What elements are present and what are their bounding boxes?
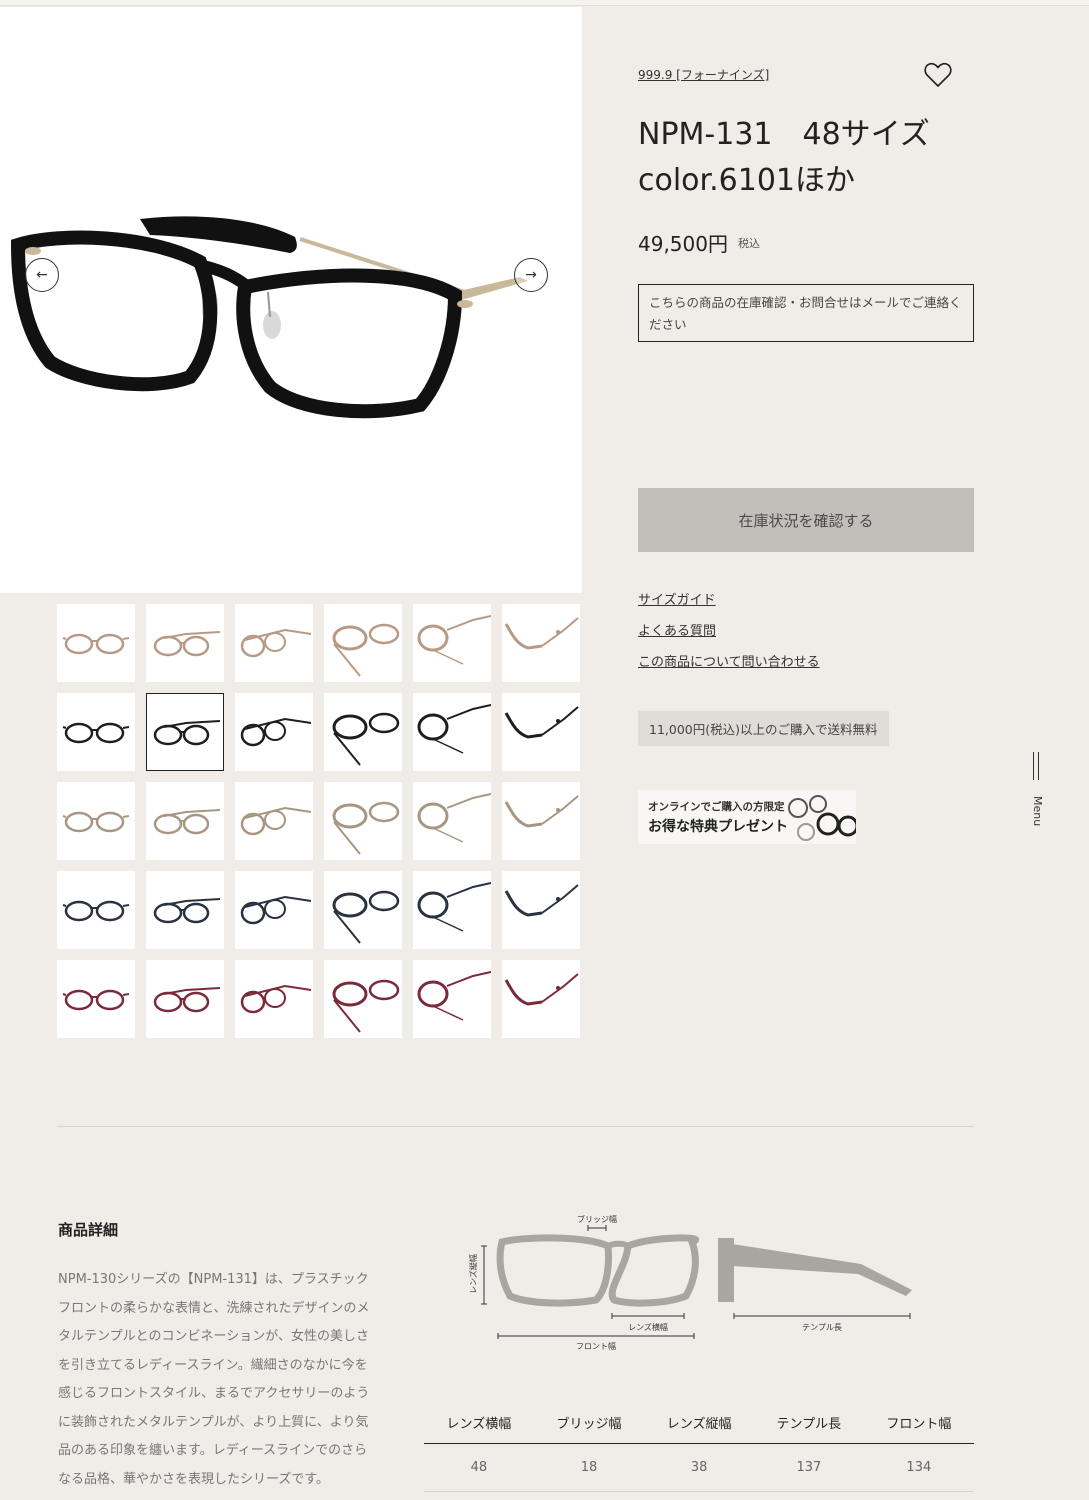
thumbnail-row bbox=[57, 960, 582, 1038]
spec-value: 134 bbox=[863, 1443, 974, 1492]
thumbnail[interactable] bbox=[502, 782, 580, 860]
thumbnail[interactable] bbox=[235, 693, 313, 771]
thumbnail[interactable] bbox=[235, 871, 313, 949]
inquiry-notice: こちらの商品の在庫確認・お問合せはメールでご連絡ください bbox=[638, 284, 974, 342]
diagram-label-bridge: ブリッジ幅 bbox=[577, 1214, 617, 1224]
thumbnail[interactable] bbox=[413, 693, 491, 771]
thumbnail-row bbox=[57, 604, 582, 682]
heart-icon[interactable] bbox=[924, 62, 952, 88]
diagram-label-lens-width: レンズ横幅 bbox=[628, 1322, 668, 1332]
thumbnail[interactable] bbox=[324, 871, 402, 949]
spec-header: フロント幅 bbox=[863, 1403, 974, 1444]
spec-header: ブリッジ幅 bbox=[533, 1403, 645, 1444]
thumbnail[interactable] bbox=[502, 960, 580, 1038]
thumbnail[interactable] bbox=[413, 960, 491, 1038]
thumbnail[interactable] bbox=[146, 782, 224, 860]
online-gift-banner[interactable]: オンラインでご購入の方限定 お得な特典プレゼント bbox=[638, 790, 856, 844]
tax-label: 税込 bbox=[738, 237, 760, 250]
thumbnail-row bbox=[57, 871, 582, 949]
banner-text-gift: お得な特典プレゼント bbox=[648, 819, 788, 835]
spec-value: 48 bbox=[424, 1443, 534, 1492]
thumbnail[interactable] bbox=[235, 960, 313, 1038]
thumbnail[interactable] bbox=[57, 604, 135, 682]
thumbnail[interactable] bbox=[57, 960, 135, 1038]
spec-value: 18 bbox=[533, 1443, 645, 1492]
thumbnail[interactable] bbox=[413, 871, 491, 949]
diagram-label-front: フロント幅 bbox=[576, 1341, 616, 1351]
menu-label: Menu bbox=[1031, 796, 1044, 827]
product-description: NPM-130シリーズの【NPM-131】は、プラスチックフロントの柔らかな表情… bbox=[58, 1272, 370, 1487]
product-inquiry-link[interactable]: この商品について問い合わせる bbox=[638, 651, 820, 670]
diagram-label-temple: テンプル長 bbox=[802, 1323, 842, 1332]
product-details-heading: 商品詳細 bbox=[58, 1221, 119, 1239]
thumbnail[interactable] bbox=[324, 604, 402, 682]
brand-link[interactable]: 999.9 [フォーナインズ] bbox=[638, 66, 769, 83]
thumbnail[interactable] bbox=[502, 693, 580, 771]
banner-glasses-image bbox=[788, 795, 856, 841]
thumbnail[interactable] bbox=[146, 693, 224, 771]
main-product-image: ← → bbox=[0, 7, 582, 593]
spec-header: レンズ横幅 bbox=[424, 1403, 534, 1444]
thumbnail[interactable] bbox=[235, 782, 313, 860]
menu-icon[interactable]: Menu bbox=[1026, 752, 1052, 830]
spec-header: テンプル長 bbox=[754, 1403, 864, 1444]
thumbnail[interactable] bbox=[146, 871, 224, 949]
thumbnail[interactable] bbox=[502, 604, 580, 682]
menu-bars bbox=[1033, 752, 1039, 780]
size-guide-link[interactable]: サイズガイド bbox=[638, 589, 716, 608]
thumbnail[interactable] bbox=[324, 782, 402, 860]
check-stock-button[interactable]: 在庫状況を確認する bbox=[638, 488, 974, 552]
thumbnail[interactable] bbox=[57, 782, 135, 860]
banner-text-limited: オンラインでご購入の方限定 bbox=[648, 801, 785, 813]
thumbnail[interactable] bbox=[324, 693, 402, 771]
top-border bbox=[0, 0, 1089, 6]
thumbnail-row bbox=[57, 693, 582, 771]
spec-value: 137 bbox=[754, 1443, 864, 1492]
thumbnail-row bbox=[57, 782, 582, 860]
diagram-label-lens-height: レンズ縦幅 bbox=[468, 1254, 478, 1294]
product-title: NPM-131 48サイズ color.6101ほか bbox=[638, 117, 930, 198]
arrow-right-icon[interactable]: → bbox=[514, 258, 548, 292]
spec-header-row: レンズ横幅 ブリッジ幅 レンズ縦幅 テンプル長 フロント幅 bbox=[424, 1403, 974, 1444]
thumbnail[interactable] bbox=[146, 604, 224, 682]
thumbnail[interactable] bbox=[57, 871, 135, 949]
thumbnail[interactable] bbox=[502, 871, 580, 949]
glasses-image bbox=[10, 216, 528, 419]
size-spec-table: レンズ横幅 ブリッジ幅 レンズ縦幅 テンプル長 フロント幅 48 18 38 1… bbox=[424, 1403, 974, 1492]
spec-value-row: 48 18 38 137 134 bbox=[424, 1443, 974, 1492]
arrow-left-icon[interactable]: ← bbox=[25, 258, 59, 292]
price: 49,500円 bbox=[638, 232, 728, 256]
size-diagram: ブリッジ幅 レンズ縦幅 レンズ横幅 フロント幅 テンプル長 bbox=[468, 1214, 912, 1351]
spec-value: 38 bbox=[644, 1443, 755, 1492]
thumbnail[interactable] bbox=[324, 960, 402, 1038]
thumbnail[interactable] bbox=[146, 960, 224, 1038]
thumbnail[interactable] bbox=[413, 782, 491, 860]
spec-header: レンズ縦幅 bbox=[644, 1403, 755, 1444]
free-shipping-badge: 11,000円(税込)以上のご購入で送料無料 bbox=[638, 711, 889, 746]
thumbnail-grid bbox=[57, 604, 582, 1049]
thumbnail[interactable] bbox=[235, 604, 313, 682]
section-divider bbox=[57, 1126, 974, 1127]
thumbnail[interactable] bbox=[413, 604, 491, 682]
thumbnail[interactable] bbox=[57, 693, 135, 771]
faq-link[interactable]: よくある質問 bbox=[638, 620, 716, 639]
